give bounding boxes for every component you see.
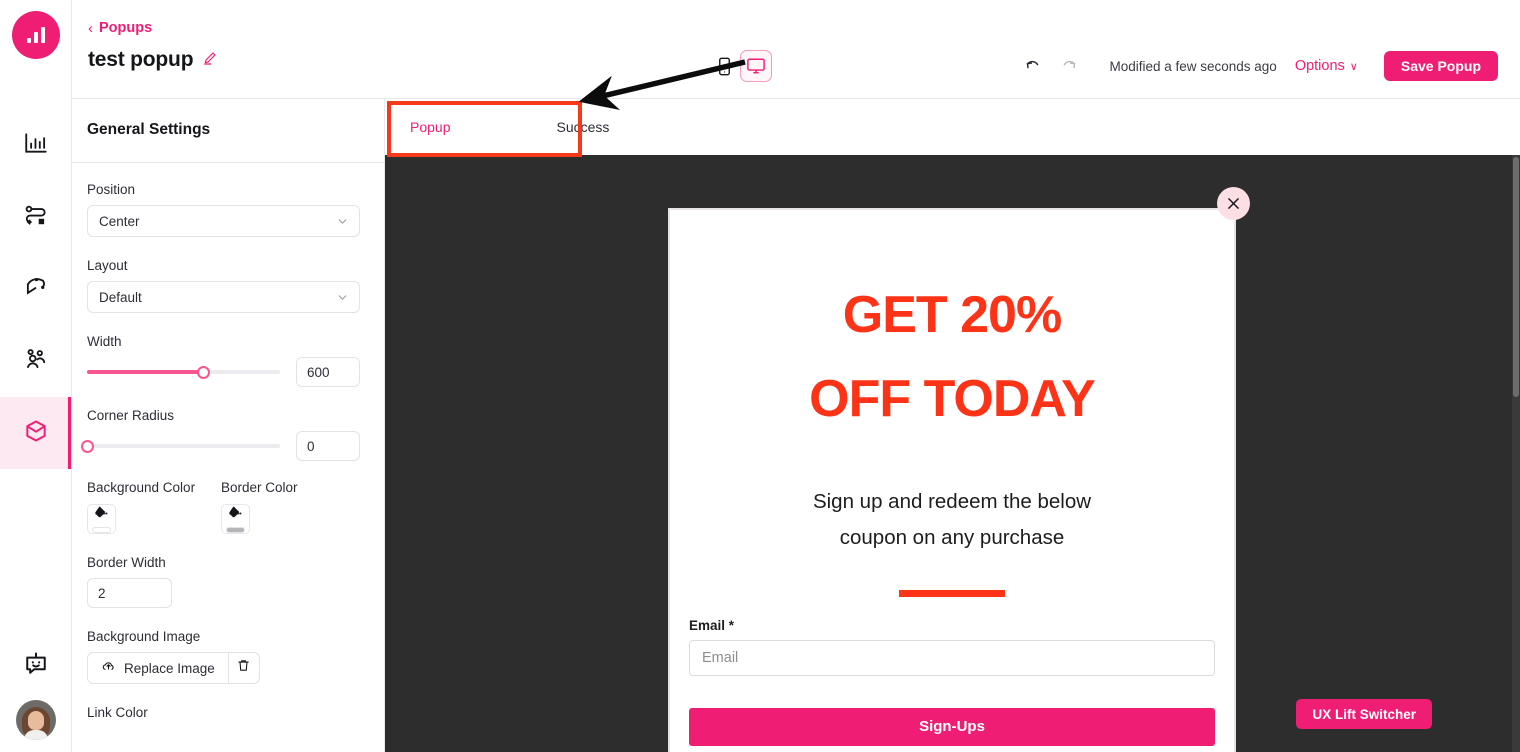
background-color-picker[interactable] [87, 504, 116, 534]
popup-builder-app: ‹ Popups test popup Modified a few secon… [0, 0, 1520, 752]
device-toggle [708, 50, 772, 82]
popup-subtext: Sign up and redeem the below coupon on a… [670, 484, 1234, 555]
corner-radius-label: Corner Radius [87, 408, 175, 423]
background-image-label: Background Image [87, 629, 201, 644]
width-label: Width [87, 334, 122, 349]
chat-bot-icon[interactable] [14, 642, 58, 686]
preview-canvas: GET 20% OFF TODAY Sign up and redeem the… [385, 155, 1520, 752]
bar-chart-icon [23, 130, 49, 161]
popup-divider [899, 589, 1005, 597]
canvas-scrollbar[interactable] [1512, 155, 1520, 752]
chevron-down-icon [336, 291, 349, 307]
page-title: test popup [88, 48, 194, 71]
top-header: ‹ Popups test popup Modified a few secon… [72, 0, 1520, 99]
save-popup-button[interactable]: Save Popup [1383, 51, 1498, 81]
sidebar-item-audience[interactable] [0, 325, 71, 397]
paint-bucket-icon [228, 505, 243, 525]
border-color-swatch [226, 527, 245, 533]
user-avatar[interactable] [15, 700, 56, 740]
corner-radius-slider[interactable] [81, 439, 280, 453]
rail-bottom-group [0, 642, 71, 752]
layout-value: Default [99, 289, 142, 305]
close-x-icon[interactable] [1217, 187, 1250, 220]
journey-icon [23, 274, 49, 305]
tab-success[interactable]: Success [542, 119, 623, 135]
device-mobile-button[interactable] [708, 50, 740, 82]
options-menu-button[interactable]: Options ∨ [1295, 58, 1358, 74]
replace-image-button[interactable]: Replace Image [87, 652, 228, 684]
layout-select[interactable]: Default [87, 281, 360, 313]
delete-image-button[interactable] [227, 652, 260, 684]
email-field-label: Email * [689, 617, 735, 633]
cloud-upload-icon [101, 659, 116, 677]
replace-image-label: Replace Image [124, 660, 215, 676]
rail-items [0, 109, 71, 469]
preview-tabs: Popup Success [385, 99, 1520, 155]
people-icon [23, 346, 49, 377]
width-control [87, 357, 360, 387]
background-color-label: Background Color [87, 480, 196, 495]
undo-icon[interactable] [1015, 50, 1051, 82]
width-input[interactable] [296, 357, 360, 387]
breadcrumb[interactable]: ‹ Popups [88, 20, 152, 36]
modified-status: Modified a few seconds ago [1109, 58, 1277, 74]
width-slider[interactable] [87, 365, 280, 379]
sidebar-item-journeys[interactable] [0, 253, 71, 325]
email-field[interactable] [689, 639, 1215, 676]
panel-body: Position Center Layout Default Width 600… [72, 163, 384, 720]
popup-headline-line2: OFF TODAY [809, 370, 1096, 429]
sidebar-item-flows[interactable] [0, 181, 71, 253]
border-color-picker[interactable] [221, 504, 250, 534]
background-color-swatch [92, 527, 111, 533]
left-nav-rail [0, 0, 72, 752]
popup-headline-line1: GET 20% [842, 286, 1062, 344]
title-row: test popup [88, 48, 218, 72]
pencil-icon[interactable] [202, 50, 218, 71]
sidebar-item-analytics[interactable] [0, 109, 71, 181]
color-row: Background Color Border Color [87, 480, 360, 534]
app-logo[interactable] [11, 11, 60, 59]
chevron-down-icon [336, 215, 349, 231]
popup-preview: GET 20% OFF TODAY Sign up and redeem the… [668, 187, 1250, 752]
paint-bucket-icon [94, 505, 109, 525]
general-settings-panel: General Settings Position Center Layout … [72, 99, 385, 752]
corner-radius-control [81, 431, 360, 461]
ux-lift-switcher-button[interactable]: UX Lift Switcher [1296, 699, 1432, 729]
link-color-label: Link Color [87, 705, 148, 720]
box-icon [23, 418, 49, 449]
canvas-scrollbar-thumb[interactable] [1513, 157, 1519, 397]
position-label: Position [87, 182, 136, 197]
popup-headline: GET 20% OFF TODAY [670, 273, 1234, 441]
border-color-group: Border Color [221, 480, 355, 534]
panel-title: General Settings [87, 121, 211, 138]
border-width-input[interactable] [87, 578, 172, 608]
border-width-label: Border Width [87, 555, 166, 570]
flow-icon [23, 202, 49, 233]
tab-popup[interactable]: Popup [410, 119, 464, 135]
redo-icon[interactable] [1051, 50, 1087, 82]
signups-submit-button[interactable]: Sign-Ups [689, 707, 1215, 746]
background-color-group: Background Color [87, 480, 221, 534]
background-image-controls: Replace Image [87, 652, 360, 684]
options-label: Options [1294, 58, 1345, 74]
device-desktop-button[interactable] [740, 50, 772, 82]
chevron-left-icon: ‹ [88, 19, 93, 37]
popup-subtext-line2: coupon on any purchase [839, 525, 1065, 549]
header-actions: Modified a few seconds ago Options ∨ Sav… [1015, 50, 1498, 82]
breadcrumb-label: Popups [99, 20, 153, 36]
corner-radius-input[interactable] [296, 431, 360, 461]
popup-form: Email * Sign-Ups [670, 618, 1234, 746]
position-value: Center [99, 213, 140, 229]
chevron-down-icon: ∨ [1349, 60, 1358, 73]
border-color-label: Border Color [221, 480, 298, 495]
position-select[interactable]: Center [87, 205, 360, 237]
layout-label: Layout [87, 258, 128, 273]
popup-subtext-line1: Sign up and redeem the below [812, 490, 1092, 514]
trash-icon [236, 658, 251, 678]
sidebar-item-popups[interactable] [0, 397, 71, 469]
